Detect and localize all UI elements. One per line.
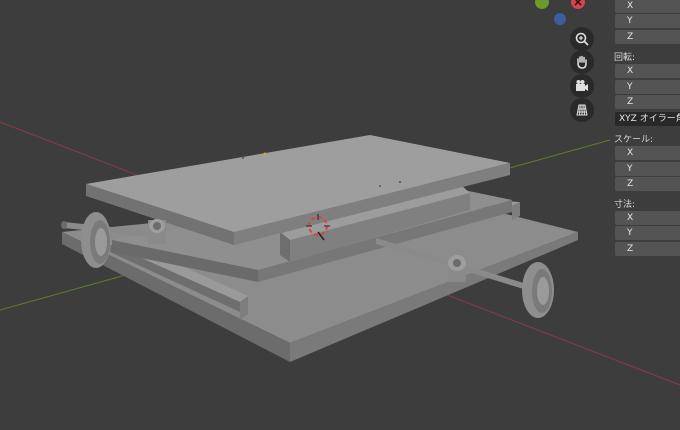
dimensions-y-field[interactable]: Y (615, 226, 680, 240)
scale-z-field[interactable]: Z (615, 177, 680, 191)
axis-label: Z (627, 32, 634, 42)
right-bearing[interactable] (448, 255, 466, 282)
axis-label: X (627, 66, 634, 76)
axis-label: Z (627, 97, 634, 107)
dimensions-z-field[interactable]: Z (615, 242, 680, 256)
location-y-field[interactable]: Y (615, 14, 680, 28)
gizmo-z-ball[interactable] (554, 13, 566, 25)
rotation-y-field[interactable]: Y (615, 80, 680, 94)
dimensions-x-field[interactable]: X (615, 211, 680, 225)
dimensions-label: 寸法: (614, 200, 636, 210)
scale-label: スケール: (614, 135, 654, 145)
transform-panel: X Y Z 回転: X Y Z XYZ オイラー角 スケール: X Y Z 寸法… (610, 0, 680, 426)
axis-label: Y (627, 164, 633, 174)
scale-y-field[interactable]: Y (615, 162, 680, 176)
axis-label: Y (627, 82, 633, 92)
rotation-x-field[interactable]: X (615, 64, 680, 78)
rotation-mode-dropdown[interactable]: XYZ オイラー角 (615, 112, 680, 126)
3d-viewport[interactable] (0, 0, 680, 426)
right-handwheel[interactable] (522, 262, 554, 318)
camera-view-icon[interactable] (570, 74, 594, 98)
location-x-field[interactable]: X (615, 0, 680, 13)
hand-pan-icon[interactable] (570, 50, 594, 74)
axis-label: Z (627, 244, 634, 254)
axis-label: X (627, 213, 634, 223)
rotation-z-field[interactable]: Z (615, 95, 680, 109)
left-bearing[interactable] (148, 219, 166, 244)
zoom-icon[interactable] (570, 27, 594, 51)
axis-label: Y (627, 16, 633, 26)
ortho-grid-icon[interactable] (570, 98, 594, 122)
axis-label: Z (627, 179, 634, 189)
axis-label: X (627, 1, 634, 11)
left-handwheel[interactable] (81, 212, 111, 268)
axis-label: Y (627, 228, 633, 238)
scale-x-field[interactable]: X (615, 146, 680, 160)
rotation-label: 回転: (614, 53, 636, 63)
axis-label: X (627, 148, 634, 158)
location-z-field[interactable]: Z (615, 30, 680, 44)
